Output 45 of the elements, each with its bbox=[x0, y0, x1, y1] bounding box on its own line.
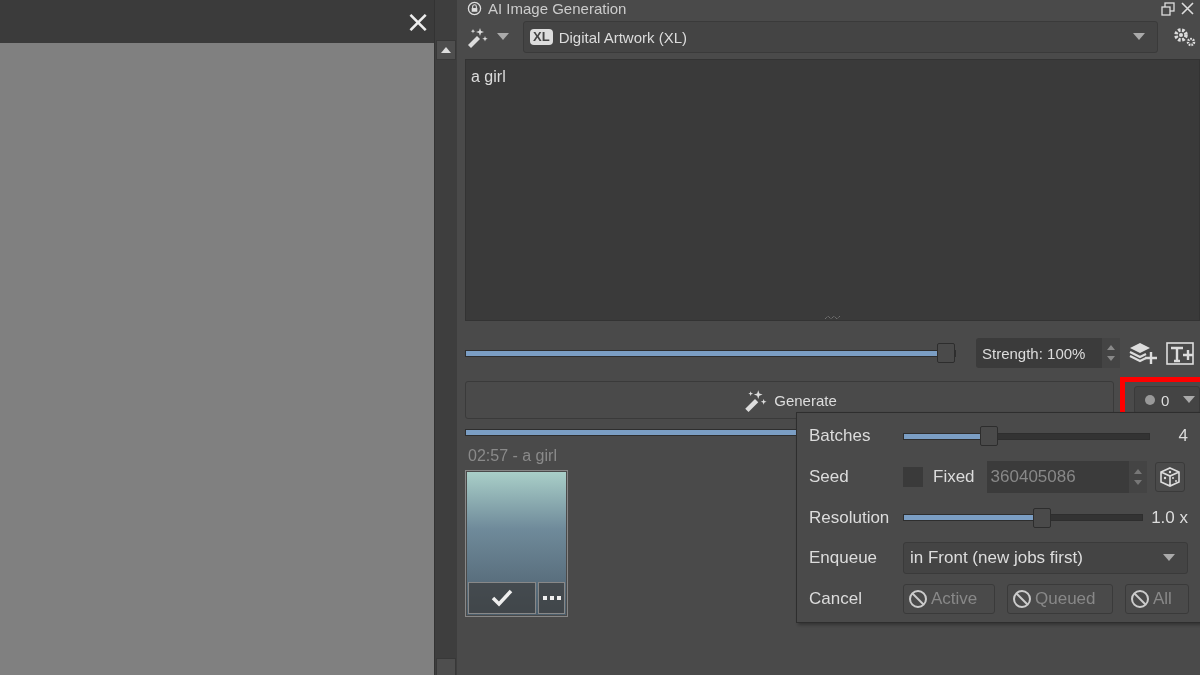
strength-slider[interactable] bbox=[465, 343, 956, 363]
setting-label: Batches bbox=[809, 426, 872, 446]
apply-button[interactable] bbox=[468, 582, 536, 614]
caret-icon[interactable] bbox=[497, 33, 509, 41]
dice-icon bbox=[1158, 465, 1181, 488]
history-heading: 02:57 - a girl bbox=[467, 447, 558, 465]
queue-button[interactable]: 0 bbox=[1134, 386, 1200, 414]
magic-wand-icon bbox=[742, 388, 769, 412]
float-icon[interactable] bbox=[1161, 1, 1175, 16]
caret-icon bbox=[1183, 396, 1195, 404]
more-button[interactable] bbox=[538, 582, 565, 614]
resize-grip-icon[interactable] bbox=[822, 314, 843, 320]
model-badge: XL bbox=[530, 29, 553, 45]
caret-icon bbox=[1133, 33, 1145, 41]
more-icon bbox=[541, 595, 562, 601]
settings-icon[interactable] bbox=[1172, 26, 1196, 48]
close-button[interactable]: × bbox=[405, 8, 431, 35]
up-arrow-icon bbox=[440, 46, 452, 54]
setting-label: Seed bbox=[809, 466, 850, 487]
setting-value: 4 bbox=[1177, 426, 1188, 446]
layers-add-icon[interactable] bbox=[1128, 340, 1158, 366]
scrollbar[interactable] bbox=[434, 0, 457, 675]
scroll-up-button[interactable] bbox=[436, 40, 456, 60]
setting-label: Cancel bbox=[809, 589, 863, 609]
enqueue-dropdown[interactable]: in Front (new jobs first) bbox=[903, 542, 1188, 575]
checkbox-label: Fixed bbox=[933, 466, 975, 487]
caret-icon bbox=[1163, 554, 1175, 563]
prohibited-icon bbox=[1130, 589, 1150, 609]
setting-label: Enqueue bbox=[809, 548, 879, 569]
generate-button[interactable]: Generate bbox=[465, 381, 1114, 419]
setting-slider[interactable] bbox=[903, 426, 1150, 446]
lock-icon bbox=[467, 1, 482, 16]
setting-value: 1.0 x bbox=[1151, 507, 1188, 528]
dice-button[interactable] bbox=[1154, 461, 1185, 492]
style-dropdown[interactable]: XL Digital Artwork (XL) bbox=[523, 21, 1158, 53]
prohibited-icon bbox=[1012, 589, 1032, 609]
close-icon[interactable] bbox=[1181, 2, 1194, 15]
text-add-icon[interactable] bbox=[1166, 340, 1196, 366]
setting-label: Resolution bbox=[809, 507, 891, 528]
docker-title: AI Image Generation bbox=[488, 0, 627, 17]
strength-spinbox[interactable]: Strength: 100% bbox=[976, 338, 1120, 368]
prompt-field[interactable]: a girl bbox=[465, 59, 1200, 321]
checkmark-icon bbox=[491, 589, 513, 607]
prohibited-icon bbox=[908, 589, 928, 609]
setting-slider[interactable] bbox=[903, 507, 1144, 528]
